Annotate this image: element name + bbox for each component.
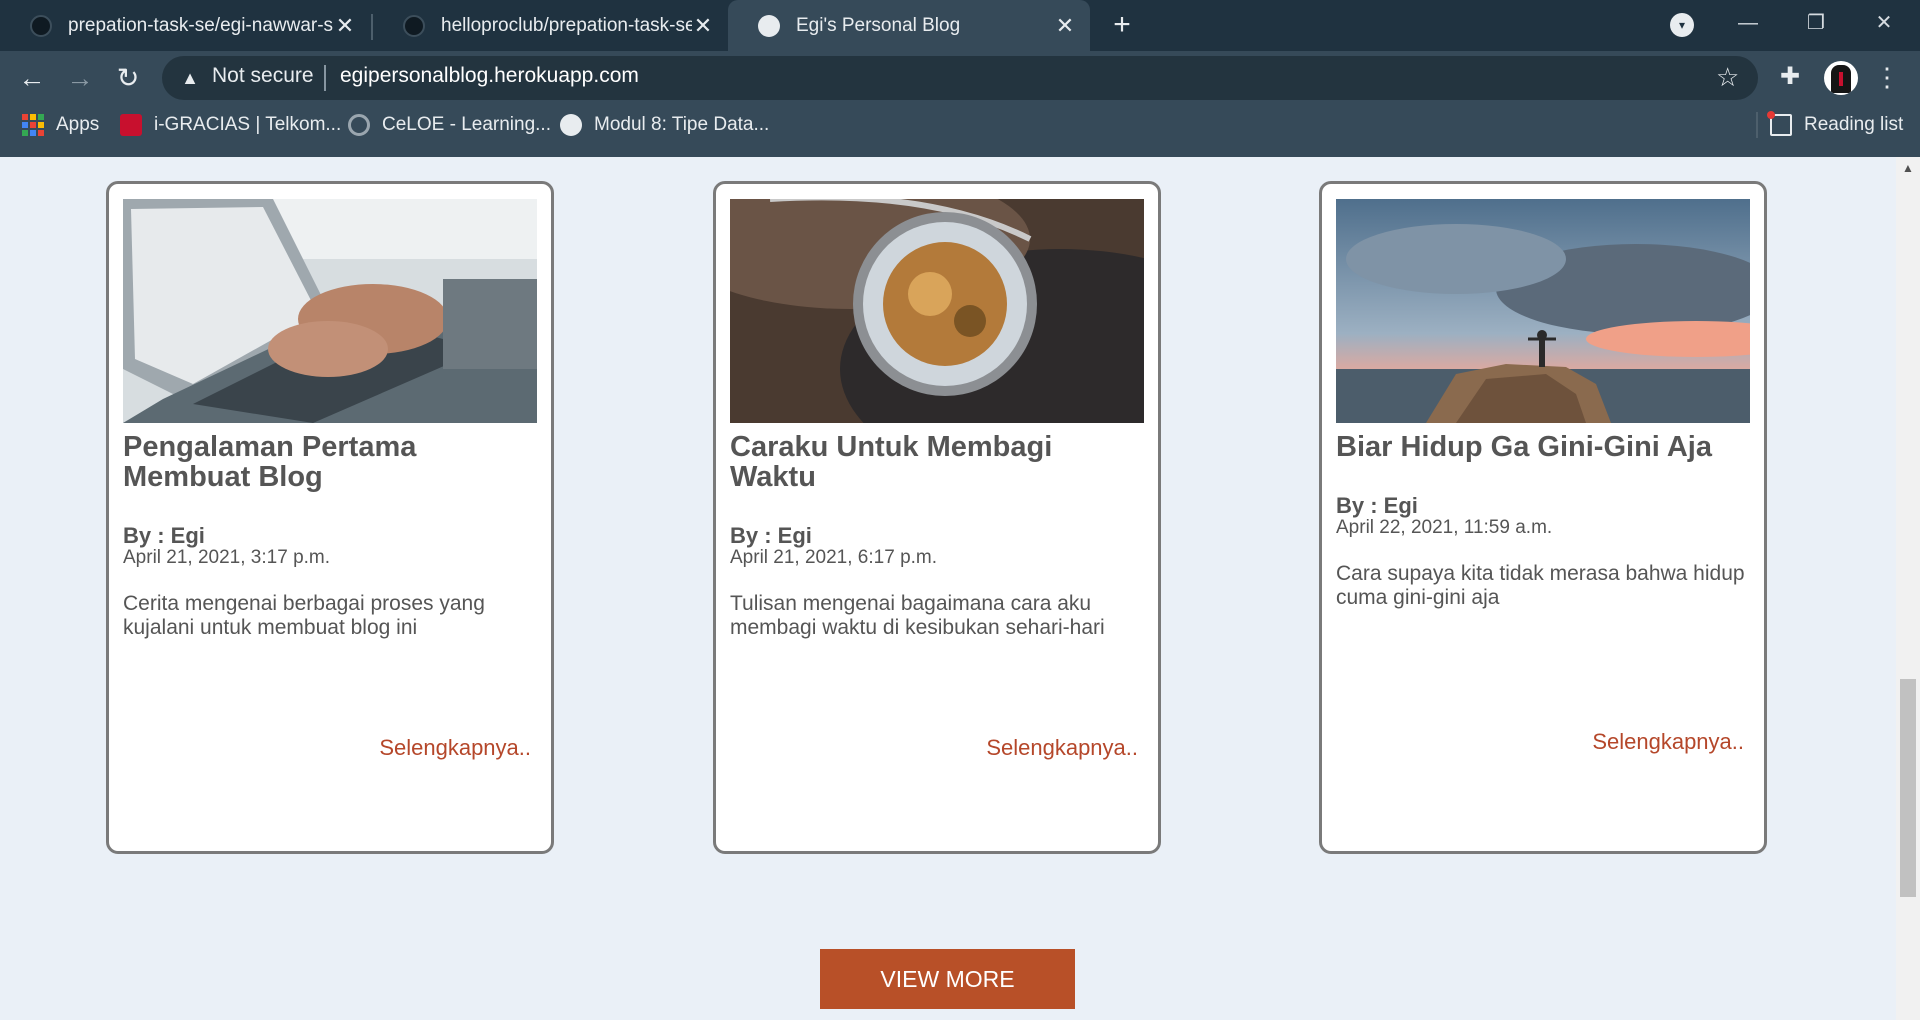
- globe-icon: [758, 14, 780, 37]
- apps-dot: [22, 130, 28, 136]
- post-date: April 21, 2021, 3:17 p.m.: [123, 547, 331, 568]
- close-icon[interactable]: ✕: [334, 13, 356, 39]
- read-more-link[interactable]: Selengkapnya..: [986, 735, 1138, 761]
- forward-button[interactable]: →: [62, 62, 98, 94]
- profile-avatar[interactable]: [1824, 61, 1858, 95]
- close-icon[interactable]: ✕: [1054, 13, 1076, 39]
- apps-dot: [38, 114, 44, 120]
- post-description: Tulisan mengenai bagaimana cara aku memb…: [730, 592, 1105, 639]
- github-icon: [403, 14, 425, 37]
- post-title[interactable]: Biar Hidup Ga Gini-Gini Aja: [1336, 432, 1746, 462]
- bookmark-igracias[interactable]: i-GRACIAS | Telkom...: [120, 112, 341, 138]
- post-title[interactable]: Caraku Untuk Membagi Waktu: [730, 432, 1140, 492]
- scroll-up-icon[interactable]: ▲: [1896, 161, 1920, 175]
- github-icon: [30, 14, 52, 37]
- bookmark-label: i-GRACIAS | Telkom...: [154, 114, 342, 135]
- bookmark-label: Apps: [56, 114, 100, 135]
- warning-icon[interactable]: ▲: [180, 68, 200, 88]
- apps-grid-icon: [22, 114, 44, 136]
- tab-title: helloproclub/prepation-task-se: I: [441, 14, 692, 36]
- apps-dot: [30, 114, 36, 120]
- tab-github-egi[interactable]: prepation-task-se/egi-nawwar-su ✕: [0, 0, 370, 51]
- globe-icon: [560, 114, 582, 136]
- apps-dot: [38, 122, 44, 128]
- bookmark-modul[interactable]: Modul 8: Tipe Data...: [560, 112, 769, 138]
- security-label[interactable]: Not secure: [212, 64, 314, 88]
- post-image-pocket-watch: [730, 199, 1144, 423]
- post-title[interactable]: Pengalaman Pertama Membuat Blog: [123, 432, 533, 492]
- bookmark-celoe[interactable]: CeLOE - Learning...: [348, 112, 551, 138]
- page-scrollbar[interactable]: ▲: [1896, 157, 1920, 1020]
- read-more-link[interactable]: Selengkapnya..: [379, 735, 531, 761]
- post-date: April 22, 2021, 11:59 a.m.: [1336, 517, 1553, 538]
- celoe-icon: [348, 114, 370, 136]
- reading-list-button[interactable]: Reading list: [1767, 111, 1904, 138]
- tab-title: prepation-task-se/egi-nawwar-su: [68, 14, 334, 36]
- post-author: By : Egi: [123, 523, 205, 548]
- avatar-tie: [1839, 72, 1843, 86]
- bookmark-label: Reading list: [1804, 114, 1904, 135]
- reload-button[interactable]: ↻: [110, 62, 146, 94]
- read-more-link[interactable]: Selengkapnya..: [1592, 729, 1744, 755]
- post-date: April 21, 2021, 6:17 p.m.: [730, 547, 938, 568]
- tab-github-helloproclub[interactable]: helloproclub/prepation-task-se: I ✕: [373, 0, 728, 51]
- tab-search-icon[interactable]: ▾: [1670, 13, 1694, 37]
- window-close-button[interactable]: ✕: [1864, 8, 1904, 38]
- view-more-button[interactable]: VIEW MORE: [820, 949, 1075, 1009]
- url-text[interactable]: egipersonalblog.herokuapp.com: [340, 64, 639, 88]
- back-button[interactable]: ←: [14, 62, 50, 94]
- post-image-mountain: [1336, 199, 1750, 423]
- tab-strip: prepation-task-se/egi-nawwar-su ✕ hellop…: [0, 0, 1920, 51]
- post-author: By : Egi: [1336, 493, 1418, 518]
- close-icon[interactable]: ✕: [692, 13, 714, 39]
- restore-button[interactable]: ❐: [1796, 8, 1836, 38]
- bookmark-label: CeLOE - Learning...: [382, 114, 551, 135]
- post-card: Caraku Untuk Membagi Waktu By : Egi Apri…: [713, 181, 1161, 854]
- tab-title: Egi's Personal Blog: [796, 14, 961, 36]
- extensions-icon[interactable]: ✚: [1776, 62, 1804, 92]
- apps-dot: [30, 130, 36, 136]
- post-image-laptop: [123, 199, 537, 423]
- new-tab-button[interactable]: +: [1108, 9, 1136, 41]
- post-author: By : Egi: [730, 523, 812, 548]
- post-card: Biar Hidup Ga Gini-Gini Aja By : Egi Apr…: [1319, 181, 1767, 854]
- apps-dot: [30, 122, 36, 128]
- menu-icon[interactable]: ⋮: [1874, 62, 1900, 92]
- apps-dot: [22, 114, 28, 120]
- apps-dot: [22, 122, 28, 128]
- bookmark-apps[interactable]: Apps: [22, 112, 99, 138]
- bookmark-star-icon[interactable]: ☆: [1716, 62, 1739, 92]
- bookmark-separator: [1756, 112, 1758, 138]
- scroll-thumb[interactable]: [1900, 679, 1916, 897]
- minimize-button[interactable]: —: [1728, 8, 1768, 38]
- address-divider: [324, 65, 326, 91]
- tab-egi-personal-blog[interactable]: Egi's Personal Blog ✕: [728, 0, 1090, 51]
- post-description: Cerita mengenai berbagai proses yang kuj…: [123, 592, 485, 639]
- bookmark-label: Modul 8: Tipe Data...: [594, 114, 770, 135]
- post-card: Pengalaman Pertama Membuat Blog By : Egi…: [106, 181, 554, 854]
- igracias-icon: [120, 114, 142, 136]
- apps-dot: [38, 130, 44, 136]
- reading-list-icon: [1767, 111, 1792, 136]
- post-description: Cara supaya kita tidak merasa bahwa hidu…: [1336, 562, 1745, 609]
